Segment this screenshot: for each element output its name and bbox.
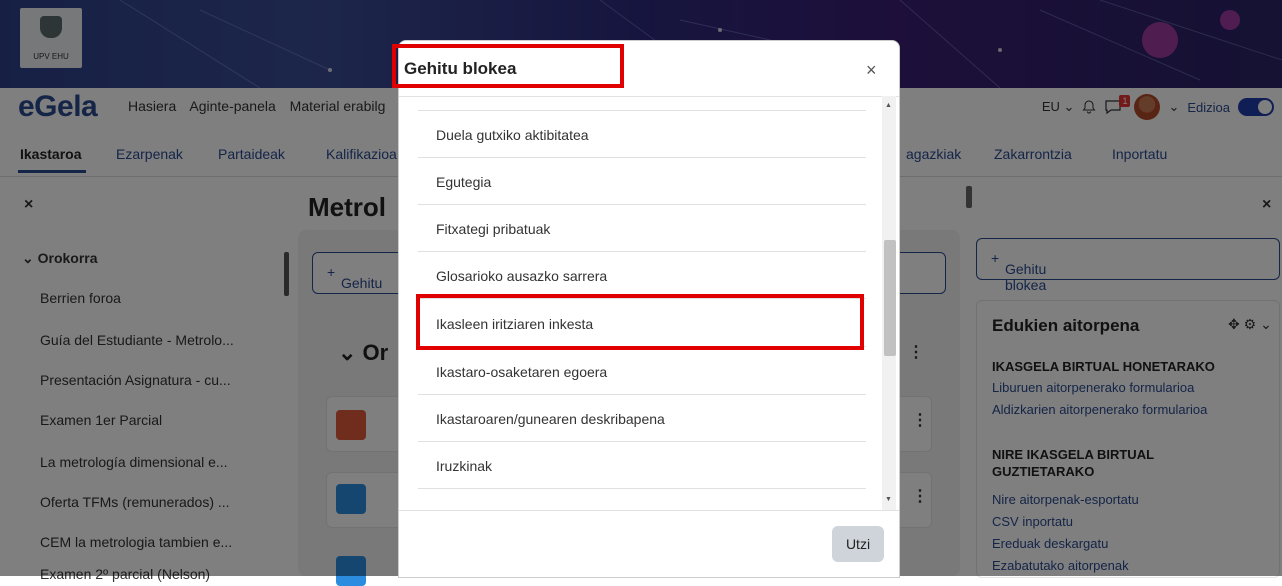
close-icon[interactable]: × xyxy=(866,60,877,81)
block-option[interactable]: Glosarioko ausazko sarrera xyxy=(418,252,866,299)
block-option[interactable]: Duela gutxiko aktibitatea xyxy=(418,110,866,158)
block-option[interactable]: Egutegia xyxy=(418,158,866,205)
block-option[interactable]: Ikastaroaren/gunearen deskribapena xyxy=(418,395,866,442)
block-option[interactable]: Fitxategi pribatuak xyxy=(418,205,866,252)
block-option-partial[interactable] xyxy=(418,490,866,510)
block-option[interactable]: Iruzkinak xyxy=(418,442,866,489)
scroll-up-icon[interactable]: ▲ xyxy=(885,102,892,109)
item-highlight-box xyxy=(416,294,864,350)
block-option[interactable]: Ikastaro-osaketaren egoera xyxy=(418,348,866,395)
scroll-down-icon[interactable]: ▼ xyxy=(885,496,892,503)
cancel-button[interactable]: Utzi xyxy=(832,526,884,562)
list-scrollbar-thumb[interactable] xyxy=(884,240,896,356)
modal-footer-divider xyxy=(399,510,899,511)
title-highlight-box xyxy=(392,44,624,88)
